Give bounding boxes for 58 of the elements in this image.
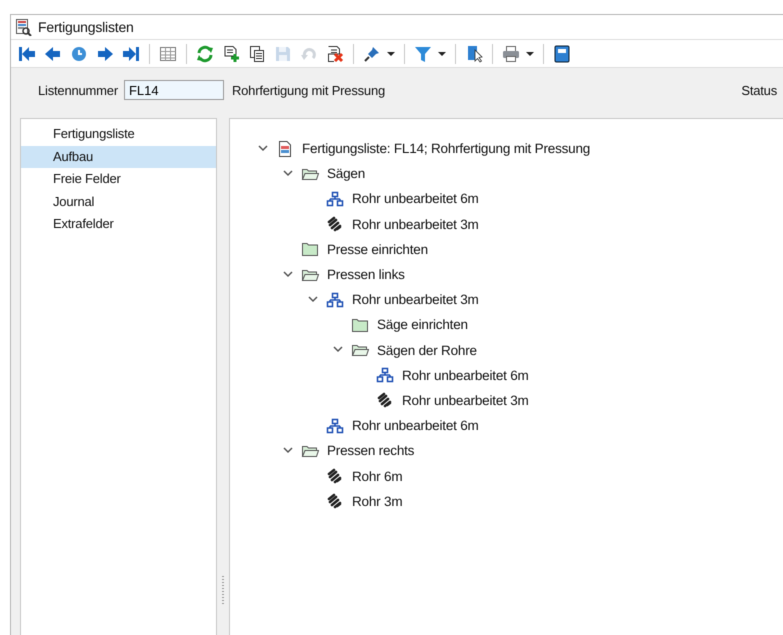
dropdown-caret-icon [525,50,535,58]
hierarchy-icon [326,416,344,435]
document-pointer-icon [465,44,483,62]
tree-item[interactable]: Rohr unbearbeitet 6m [350,191,479,206]
spring-icon [326,492,344,510]
expand-chevron-icon[interactable] [283,446,293,456]
first-record-icon [18,44,36,62]
window-title: Fertigungslisten [38,19,134,35]
notebook-icon [553,44,571,62]
expand-chevron-icon[interactable] [308,294,318,305]
hierarchy-icon [326,190,344,208]
dropdown-caret-icon [437,50,447,58]
tree-item[interactable]: Rohr unbearbeitet 6m [350,418,479,434]
document-icon [276,140,294,158]
tree-item[interactable]: Rohr unbearbeitet 3m [350,216,479,232]
tree-item[interactable]: Pressen links [325,267,405,282]
history-icon [70,44,88,62]
tree-item[interactable]: Sägen [325,166,366,182]
tree-item[interactable]: Rohr 3m [350,494,402,509]
pushpin-icon [363,44,381,62]
spring-icon [376,391,394,410]
filter-icon [414,44,432,62]
tree-item[interactable]: Presse einrichten [325,242,428,257]
app-icon [14,18,32,36]
copy-icon [248,44,266,62]
last-record-icon [122,44,140,62]
spring-icon [326,215,344,234]
right-arrow-icon [96,44,114,62]
tree-item[interactable]: Rohr unbearbeitet 3m [350,292,479,308]
spring-icon [326,467,344,486]
left-arrow-icon [44,44,62,62]
description-text: Rohrfertigung mit Pressung [232,82,386,98]
tree-item[interactable]: Fertigungsliste: FL14; Rohrfertigung mit Pressung [300,141,590,156]
expand-chevron-icon[interactable] [283,270,293,280]
printer-icon [502,44,520,62]
dropdown-caret-icon [386,50,396,58]
status-label: Status [741,82,777,98]
sidebar-item[interactable]: Journal [21,190,216,213]
tree-item[interactable]: Rohr unbearbeitet 3m [400,392,529,408]
expand-chevron-icon[interactable] [283,168,293,179]
hierarchy-icon [376,366,394,384]
hierarchy-icon [326,290,344,309]
delete-icon [326,44,344,62]
tree-item[interactable]: Sägen der Rohre [375,342,477,358]
tree-item[interactable]: Pressen rechts [325,443,414,458]
tree-item[interactable]: Rohr unbearbeitet 6m [400,368,529,383]
expand-chevron-icon[interactable] [258,144,268,154]
tree-item[interactable]: Säge einrichten [375,317,468,332]
sidebar-item[interactable]: Extrafelder [21,213,216,236]
sidebar-item[interactable]: Fertigungsliste [21,123,216,146]
field-label: Listennummer [38,82,118,98]
refresh-icon [196,44,214,62]
tree-item[interactable]: Rohr 6m [350,468,402,484]
table-icon [159,44,177,62]
new-document-icon [222,44,240,62]
sidebar-item[interactable]: Freie Felder [21,168,216,190]
sidebar-item[interactable]: Aufbau [21,146,216,168]
list-number-field[interactable]: FL14 [124,80,224,100]
